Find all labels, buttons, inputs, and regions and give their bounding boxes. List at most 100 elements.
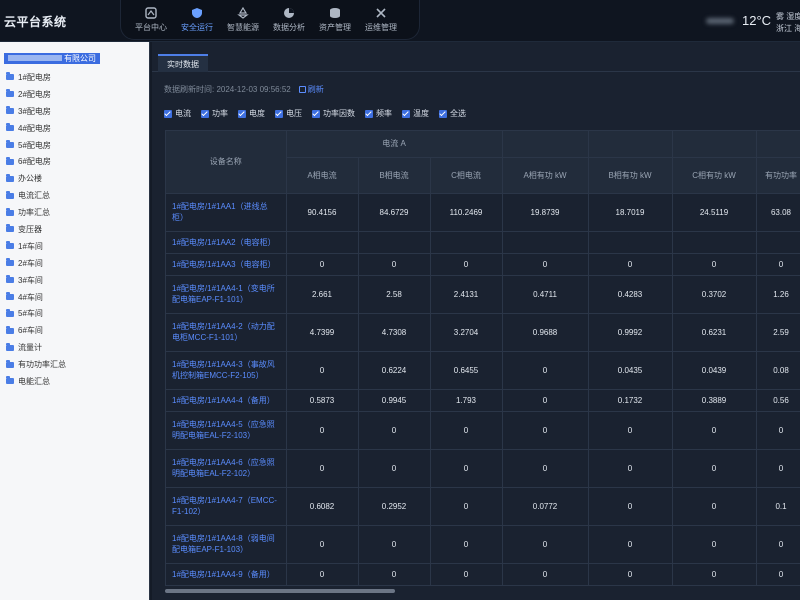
table-cell: 0 <box>756 525 800 564</box>
device-name-link[interactable]: 1#配电房/1#1AA4-3（事故风机控制箱EMCC-F2-105） <box>166 351 287 390</box>
tree-item[interactable]: 3#配电房 <box>0 103 150 120</box>
device-name-link[interactable]: 1#配电房/1#1AA4-1（变电所配电箱EAP-F1-101） <box>166 275 287 314</box>
table-row[interactable]: 1#配电房/1#1AA5-1（工艺设 <box>166 585 800 586</box>
tree-item[interactable]: 5#配电房 <box>0 137 150 154</box>
tree-item[interactable]: 2#车间 <box>0 255 150 272</box>
folder-icon <box>6 72 14 81</box>
table-cell: 63.08 <box>756 193 800 232</box>
table-cell <box>588 585 673 586</box>
tree-item[interactable]: 电能汇总 <box>0 373 150 390</box>
filter-checkbox[interactable]: 频率 <box>365 108 392 119</box>
tree-item[interactable]: 变压器 <box>0 221 150 238</box>
device-name-link[interactable]: 1#配电房/1#1AA4-4（备用） <box>166 389 287 412</box>
redacted-text <box>8 55 62 61</box>
recycle-icon <box>237 6 249 19</box>
refresh-button[interactable]: 刷新 <box>298 84 324 95</box>
table-row[interactable]: 1#配电房/1#1AA4-4（备用） 0.5873 0.9945 1.793 0 0.17… <box>166 389 800 412</box>
table-cell: 0 <box>756 449 800 488</box>
device-name-link[interactable]: 1#配电房/1#1AA5-1（工艺设 <box>166 585 287 586</box>
filter-checkbox[interactable]: 功率因数 <box>312 108 355 119</box>
table-cell: 0 <box>588 525 673 564</box>
nav-item-2[interactable]: 智慧能源 <box>220 0 266 40</box>
device-name-link[interactable]: 1#配电房/1#1AA4-5（应急照明配电箱EAL-F2-103） <box>166 411 287 450</box>
table-row[interactable]: 1#配电房/1#1AA4-3（事故风机控制箱EMCC-F2-105） 0 0.622… <box>166 351 800 390</box>
table-cell: 0 <box>430 411 503 450</box>
device-name-link[interactable]: 1#配电房/1#1AA4-7（EMCC-F1-102） <box>166 487 287 526</box>
tree-item-label: 6#配电房 <box>18 157 51 167</box>
table-cell: 0 <box>672 525 757 564</box>
tree-item[interactable]: 电流汇总 <box>0 187 150 204</box>
table-row[interactable]: 1#配电房/1#1AA4-6（应急照明配电箱EAL-F2-102） 0 0 0 0 0 0 0 <box>166 449 800 488</box>
table-cell: 0 <box>588 563 673 586</box>
nav-item-0[interactable]: 平台中心 <box>128 0 174 40</box>
tree-item[interactable]: 5#车间 <box>0 305 150 322</box>
tree-item[interactable]: 6#配电房 <box>0 153 150 170</box>
tree-item[interactable]: 办公楼 <box>0 170 150 187</box>
filter-checkbox[interactable]: 电流 <box>164 108 191 119</box>
device-name-link[interactable]: 1#配电房/1#1AA1（进线总柜） <box>166 193 287 232</box>
nav-item-5[interactable]: 运维管理 <box>358 0 404 40</box>
table-row[interactable]: 1#配电房/1#1AA4-8（弱电间配电箱EAP-F1-103） 0 0 0 0 0 0 0 <box>166 525 800 564</box>
table-row[interactable]: 1#配电房/1#1AA4-5（应急照明配电箱EAL-F2-103） 0 0 0 0 0 0 0 <box>166 411 800 450</box>
table-row[interactable]: 1#配电房/1#1AA4-9（备用） 0 0 0 0 0 0 0 <box>166 563 800 586</box>
tree-item[interactable]: 2#配电房 <box>0 86 150 103</box>
device-name-link[interactable]: 1#配电房/1#1AA4-2（动力配电柜MCC-F1-101） <box>166 313 287 352</box>
column-header: C相电流 <box>430 157 503 194</box>
table-cell: 1.26 <box>756 275 800 314</box>
checkbox-checked-icon <box>402 109 410 118</box>
folder-icon <box>6 342 14 351</box>
table-cell: 0 <box>756 411 800 450</box>
main-panel: 实时数据 数据刷新时间: 2024-12-03 09:56:52 刷新 电流 功率… <box>152 42 800 600</box>
nav-item-4[interactable]: 资产管理 <box>312 0 358 40</box>
table-row[interactable]: 1#配电房/1#1AA4-2（动力配电柜MCC-F1-101） 4.7399 4.7… <box>166 313 800 352</box>
table-cell: 0.6231 <box>672 313 757 352</box>
folder-icon <box>6 123 14 132</box>
tree-item[interactable]: 1#车间 <box>0 238 150 255</box>
device-name-link[interactable]: 1#配电房/1#1AA4-6（应急照明配电箱EAL-F2-102） <box>166 449 287 488</box>
filter-checkbox[interactable]: 电度 <box>238 108 265 119</box>
table-cell: 0 <box>286 525 359 564</box>
table-row[interactable]: 1#配电房/1#1AA1（进线总柜） 90.4156 84.6729 110.2469… <box>166 193 800 232</box>
tree-item[interactable]: 功率汇总 <box>0 204 150 221</box>
device-name-link[interactable]: 1#配电房/1#1AA2（电容柜） <box>166 231 287 254</box>
table-cell: 0.1732 <box>588 389 673 412</box>
table-cell <box>286 585 359 586</box>
tree-item[interactable]: 3#车间 <box>0 272 150 289</box>
filter-checkbox[interactable]: 电压 <box>275 108 302 119</box>
table-cell: 0 <box>430 253 503 276</box>
table-cell: 0 <box>502 253 589 276</box>
horizontal-scrollbar[interactable] <box>165 588 800 594</box>
device-name-link[interactable]: 1#配电房/1#1AA3（电容柜） <box>166 253 287 276</box>
checkbox-checked-icon <box>201 109 209 118</box>
tree-item[interactable]: 1#配电房 <box>0 69 150 86</box>
scrollbar-thumb[interactable] <box>165 589 395 593</box>
tree-item-label: 3#配电房 <box>18 106 51 116</box>
device-name-link[interactable]: 1#配电房/1#1AA4-9（备用） <box>166 563 287 586</box>
table-row[interactable]: 1#配电房/1#1AA4-1（变电所配电箱EAP-F1-101） 2.661 2.5… <box>166 275 800 314</box>
checkbox-checked-icon <box>312 109 320 118</box>
device-name-link[interactable]: 1#配电房/1#1AA4-8（弱电间配电箱EAP-F1-103） <box>166 525 287 564</box>
nav-item-3[interactable]: 数据分析 <box>266 0 312 40</box>
tree-item-label: 6#车间 <box>18 326 43 336</box>
tree-root-company[interactable]: 有限公司 <box>4 52 100 64</box>
tree-item[interactable]: 流量计 <box>0 339 150 356</box>
table-cell <box>588 231 673 254</box>
tree-item[interactable]: 6#车间 <box>0 322 150 339</box>
filter-checkbox[interactable]: 温度 <box>402 108 429 119</box>
tree-item[interactable]: 4#配电房 <box>0 120 150 137</box>
tree-item[interactable]: 有功功率汇总 <box>0 356 150 373</box>
table-row[interactable]: 1#配电房/1#1AA2（电容柜） <box>166 231 800 254</box>
table-cell: 0 <box>286 351 359 390</box>
filter-checkbox[interactable]: 全选 <box>439 108 466 119</box>
filter-checkbox[interactable]: 功率 <box>201 108 228 119</box>
nav-label: 平台中心 <box>135 23 167 32</box>
nav-item-1[interactable]: 安全运行 <box>174 0 220 40</box>
tree-item[interactable]: 4#车间 <box>0 289 150 306</box>
table-cell: 0 <box>358 411 431 450</box>
tree-item-label: 2#车间 <box>18 258 43 268</box>
table-cell <box>430 231 503 254</box>
table-cell: 18.7019 <box>588 193 673 232</box>
table-row[interactable]: 1#配电房/1#1AA3（电容柜） 0 0 0 0 0 0 0 <box>166 253 800 276</box>
table-row[interactable]: 1#配电房/1#1AA4-7（EMCC-F1-102） 0.6082 0.2952 0… <box>166 487 800 526</box>
tab-realtime-data[interactable]: 实时数据 <box>158 54 208 72</box>
